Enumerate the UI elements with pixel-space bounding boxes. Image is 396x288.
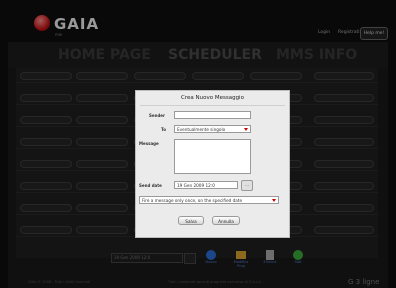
message-textarea[interactable]	[174, 139, 251, 174]
repeat-select[interactable]: Fire a message only once, on the specifi…	[139, 196, 279, 204]
to-select-value: Eventualmente singolo	[177, 127, 226, 132]
to-select[interactable]: Eventualmente singolo	[174, 125, 251, 133]
chevron-down-icon	[272, 199, 276, 202]
save-button[interactable]: Salva	[178, 216, 204, 225]
new-message-dialog: Crea Nuovo Messaggio Sender To Eventualm…	[135, 90, 290, 238]
calendar-picker-button[interactable]: ...	[241, 180, 253, 191]
to-label: To	[161, 127, 166, 132]
send-date-input[interactable]: 19 Gen 2009 12:0	[174, 181, 238, 189]
chevron-down-icon	[244, 128, 248, 131]
message-label: Message	[139, 141, 159, 146]
cancel-button[interactable]: Annulla	[212, 216, 240, 225]
repeat-select-value: Fire a message only once, on the specifi…	[142, 198, 243, 203]
sender-input[interactable]	[174, 111, 251, 119]
dialog-title: Crea Nuovo Messaggio	[181, 95, 244, 101]
dialog-title-divider	[140, 105, 285, 106]
send-date-label: Send date	[139, 183, 162, 188]
sender-label: Sender	[149, 113, 165, 118]
